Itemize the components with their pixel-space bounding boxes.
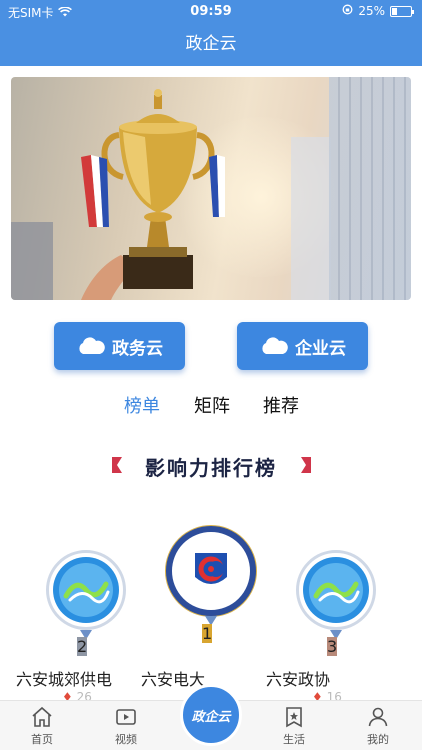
gov-cloud-label: 政务云 [112,338,163,359]
tab-life[interactable]: 生活 [264,705,324,747]
ranking-name: 六安政协 [266,670,331,689]
tab-ranking[interactable]: 榜单 [124,392,160,418]
trophy-icon [81,89,225,300]
banner-image[interactable] [11,77,411,300]
center-tab-button[interactable]: 政企云 [180,684,242,746]
silver-medal-icon: 2 [77,637,88,656]
medal-ribbon-icon [205,616,217,624]
tab-life-label: 生活 [283,733,305,746]
star-bookmark-icon [286,707,302,728]
cloud-icon [262,337,288,354]
tab-video[interactable]: 视频 [96,705,156,747]
gov-cloud-button[interactable]: 政务云 [54,322,185,370]
enterprise-cloud-button[interactable]: 企业云 [237,322,368,370]
tab-video-label: 视频 [115,733,137,746]
enterprise-cloud-label: 企业云 [295,338,346,359]
video-icon [116,709,136,725]
battery-fill [392,7,397,15]
orientation-lock-icon [342,4,353,18]
flag-right-icon [301,457,311,473]
university-logo-icon [165,525,257,617]
user-icon [368,707,388,727]
city-logo-icon [303,557,369,623]
battery-icon [390,5,414,17]
home-icon [32,706,52,727]
tab-mine[interactable]: 我的 [348,705,408,747]
tab-matrix[interactable]: 矩阵 [194,392,230,418]
gold-medal-icon: 1 [202,624,213,643]
section-title: 影响力排行榜 [145,456,277,480]
page-title: 政企云 [185,34,237,54]
tab-home-label: 首页 [31,733,53,746]
tab-recommend[interactable]: 推荐 [263,392,299,418]
content-tabs: 榜单 矩阵 推荐 [0,392,422,418]
cloud-icon [79,337,105,354]
ranking-name: 六安城郊供电 [16,670,113,689]
tab-mine-label: 我的 [367,733,389,746]
nav-bar: 政企云 [0,22,422,66]
battery-percent: 25% [358,4,385,18]
status-bar: 无SIM卡 09:59 25% [0,0,422,22]
ranking-name: 六安电大 [141,670,206,689]
status-right: 25% [342,4,414,18]
tab-home[interactable]: 首页 [12,705,72,747]
city-logo-icon [53,557,119,623]
bronze-medal-icon: 3 [327,637,338,656]
